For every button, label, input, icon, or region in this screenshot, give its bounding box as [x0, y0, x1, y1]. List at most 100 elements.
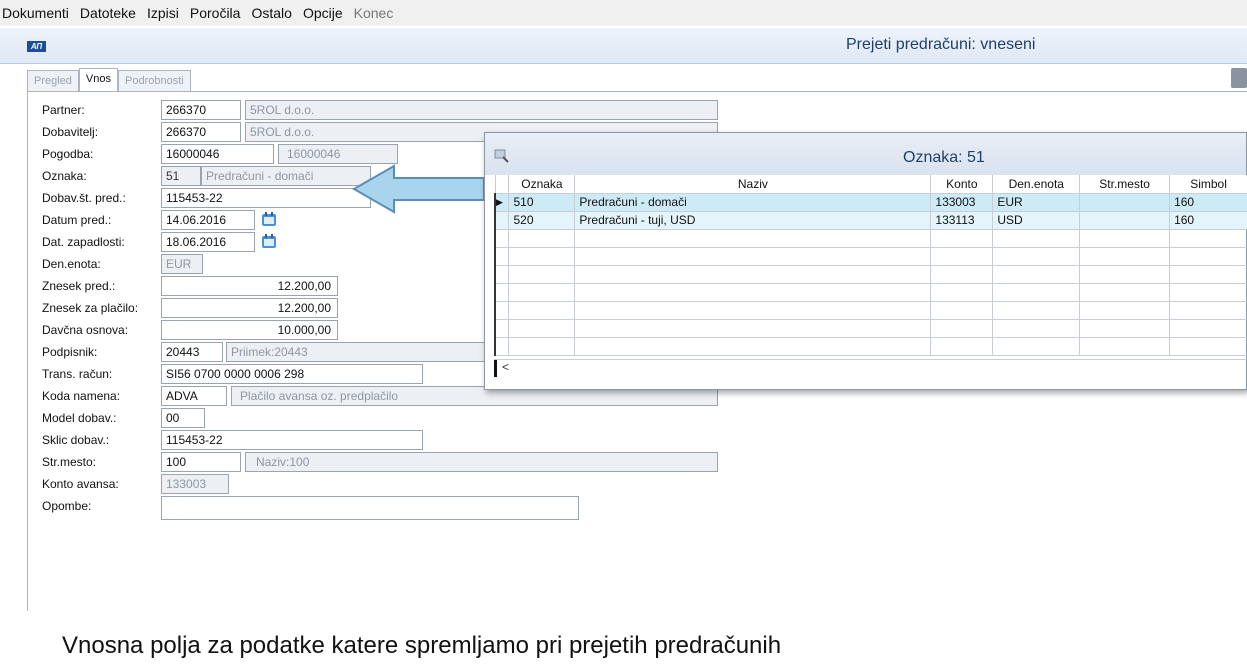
row-indicator-icon: ▶: [494, 192, 510, 212]
podpisnik-code-field[interactable]: 20443: [161, 342, 223, 362]
cell-simbol[interactable]: 160: [1169, 210, 1247, 230]
scroll-bar-edge: [494, 360, 497, 377]
cell-simbol[interactable]: 160: [1169, 192, 1247, 212]
menu-konec: Konec: [353, 5, 394, 21]
grid-header-row: Oznaka Naziv Konto Den.enota Str.mesto S…: [494, 175, 1247, 194]
popup-title: Oznaka: 51: [903, 149, 985, 166]
empty-row: [494, 300, 1247, 320]
scroll-left-icon[interactable]: <: [502, 360, 509, 374]
dobav-st-pred-field[interactable]: 115453-22: [161, 188, 371, 208]
tab-pregled[interactable]: Pregled: [27, 70, 79, 92]
menu-porocila[interactable]: Poročila: [190, 5, 241, 21]
menu-izpisi[interactable]: Izpisi: [147, 5, 179, 21]
label-trans-racun: Trans. račun:: [42, 367, 113, 381]
pogodba-name-field: 16000046: [278, 144, 398, 164]
column-header-str-mesto[interactable]: Str.mesto: [1079, 175, 1171, 194]
page-title: Prejeti predračuni: vneseni: [846, 36, 1036, 53]
empty-row: [494, 282, 1247, 302]
label-sklic-dobav: Sklic dobav.:: [42, 433, 110, 447]
datum-pred-field[interactable]: 14.06.2016: [161, 210, 255, 230]
cell-konto[interactable]: 133113: [930, 210, 994, 230]
menu-datoteke[interactable]: Datoteke: [80, 5, 136, 21]
cell-naziv[interactable]: Predračuni - tuji, USD: [574, 210, 932, 230]
tab-vnos[interactable]: Vnos: [78, 68, 118, 92]
empty-row: [494, 264, 1247, 284]
column-header-naziv[interactable]: Naziv: [574, 175, 932, 194]
cell-str-mesto[interactable]: [1079, 210, 1171, 230]
partner-name-field: 5ROL d.o.o.: [245, 100, 718, 120]
column-header-simbol[interactable]: Simbol: [1169, 175, 1247, 194]
model-dobav-field[interactable]: 00: [161, 408, 205, 428]
str-mesto-code-field[interactable]: 100: [161, 452, 241, 472]
cell-naziv[interactable]: Predračuni - domači: [574, 192, 932, 212]
cell-den-enota[interactable]: EUR: [992, 192, 1081, 212]
horizontal-scrollbar[interactable]: <: [494, 359, 1247, 377]
empty-row: [494, 246, 1247, 266]
toolbar-button[interactable]: [1231, 68, 1247, 88]
str-mesto-name-field: Naziv:100: [245, 452, 718, 472]
sklic-dobav-field[interactable]: 115453-22: [161, 430, 423, 450]
opombe-field[interactable]: [161, 496, 579, 520]
konto-avansa-field: 133003: [161, 474, 229, 494]
label-dobav-st-pred: Dobav.št. pred.:: [42, 191, 126, 205]
label-dobavitelj: Dobavitelj:: [42, 125, 99, 139]
den-enota-field: EUR: [161, 254, 203, 274]
dat-zapadlosti-field[interactable]: 18.06.2016: [161, 232, 255, 252]
table-row[interactable]: 520 Predračuni - tuji, USD 133113 USD 16…: [494, 210, 1247, 230]
row-indicator: [494, 210, 510, 230]
empty-row: [494, 228, 1247, 248]
tab-podrobnosti[interactable]: Podrobnosti: [118, 70, 191, 92]
label-oznaka: Oznaka:: [42, 169, 87, 183]
column-header-oznaka[interactable]: Oznaka: [508, 175, 576, 194]
app-logo: АП: [27, 41, 46, 52]
window-header: АП Prejeti predračuni: vneseni: [0, 28, 1247, 64]
label-znesek-pred: Znesek pred.:: [42, 279, 116, 293]
cell-konto[interactable]: 133003: [930, 192, 994, 212]
column-header-konto[interactable]: Konto: [930, 175, 994, 194]
label-opombe: Opombe:: [42, 499, 92, 513]
cell-oznaka[interactable]: 510: [508, 192, 576, 212]
label-den-enota: Den.enota:: [42, 257, 101, 271]
empty-row: [494, 336, 1247, 356]
oznaka-code-field[interactable]: 51: [161, 166, 201, 186]
cell-str-mesto[interactable]: [1079, 192, 1171, 212]
cell-oznaka[interactable]: 520: [508, 210, 576, 230]
label-model-dobav: Model dobav.:: [42, 411, 117, 425]
calendar-icon[interactable]: [260, 211, 278, 228]
caption-text: Vnosna polja za podatke katere spremljam…: [62, 632, 782, 659]
menu-opcije[interactable]: Opcije: [303, 5, 343, 21]
dobavitelj-code-field[interactable]: 266370: [161, 122, 241, 142]
davcna-osnova-field[interactable]: 10.000,00: [161, 320, 338, 340]
menu-ostalo[interactable]: Ostalo: [251, 5, 291, 21]
partner-code-field[interactable]: 266370: [161, 100, 241, 120]
pogodba-code-field[interactable]: 16000046: [161, 144, 274, 164]
tab-strip: Pregled Vnos Podrobnosti: [27, 68, 191, 92]
znesek-za-placilo-field[interactable]: 12.200,00: [161, 298, 338, 318]
label-str-mesto: Str.mesto:: [42, 455, 97, 469]
empty-row: [494, 318, 1247, 338]
trans-racun-field[interactable]: SI56 0700 0000 0006 298: [161, 364, 423, 384]
label-znesek-za-placilo: Znesek za plačilo:: [42, 301, 139, 315]
label-koda-namena: Koda namena:: [42, 389, 121, 403]
cell-den-enota[interactable]: USD: [992, 210, 1081, 230]
label-konto-avansa: Konto avansa:: [42, 477, 119, 491]
menu-bar: Dokumenti Datoteke Izpisi Poročila Ostal…: [0, 0, 1247, 26]
menu-dokumenti[interactable]: Dokumenti: [2, 5, 69, 21]
label-dat-zapadlosti: Dat. zapadlosti:: [42, 235, 125, 249]
koda-namena-code-field[interactable]: ADVA: [161, 386, 227, 406]
search-icon[interactable]: [494, 149, 510, 163]
oznaka-lookup-popup: Oznaka: 51 Oznaka Naziv Konto Den.enota …: [484, 132, 1247, 390]
calendar-icon[interactable]: [260, 233, 278, 250]
label-datum-pred: Datum pred.:: [42, 213, 112, 227]
lookup-grid: Oznaka Naziv Konto Den.enota Str.mesto S…: [494, 175, 1247, 375]
popup-header: Oznaka: 51: [485, 133, 1246, 175]
grid-header-indicator: [494, 175, 510, 194]
znesek-pred-field[interactable]: 12.200,00: [161, 276, 338, 296]
label-podpisnik: Podpisnik:: [42, 345, 98, 359]
column-header-den-enota[interactable]: Den.enota: [992, 175, 1081, 194]
label-partner: Partner:: [42, 103, 85, 117]
left-arrow-icon: [352, 164, 485, 214]
label-davcna-osnova: Davčna osnova:: [42, 323, 129, 337]
table-row[interactable]: ▶ 510 Predračuni - domači 133003 EUR 160: [494, 192, 1247, 212]
oznaka-name-field: Predračuni - domači: [201, 166, 371, 186]
